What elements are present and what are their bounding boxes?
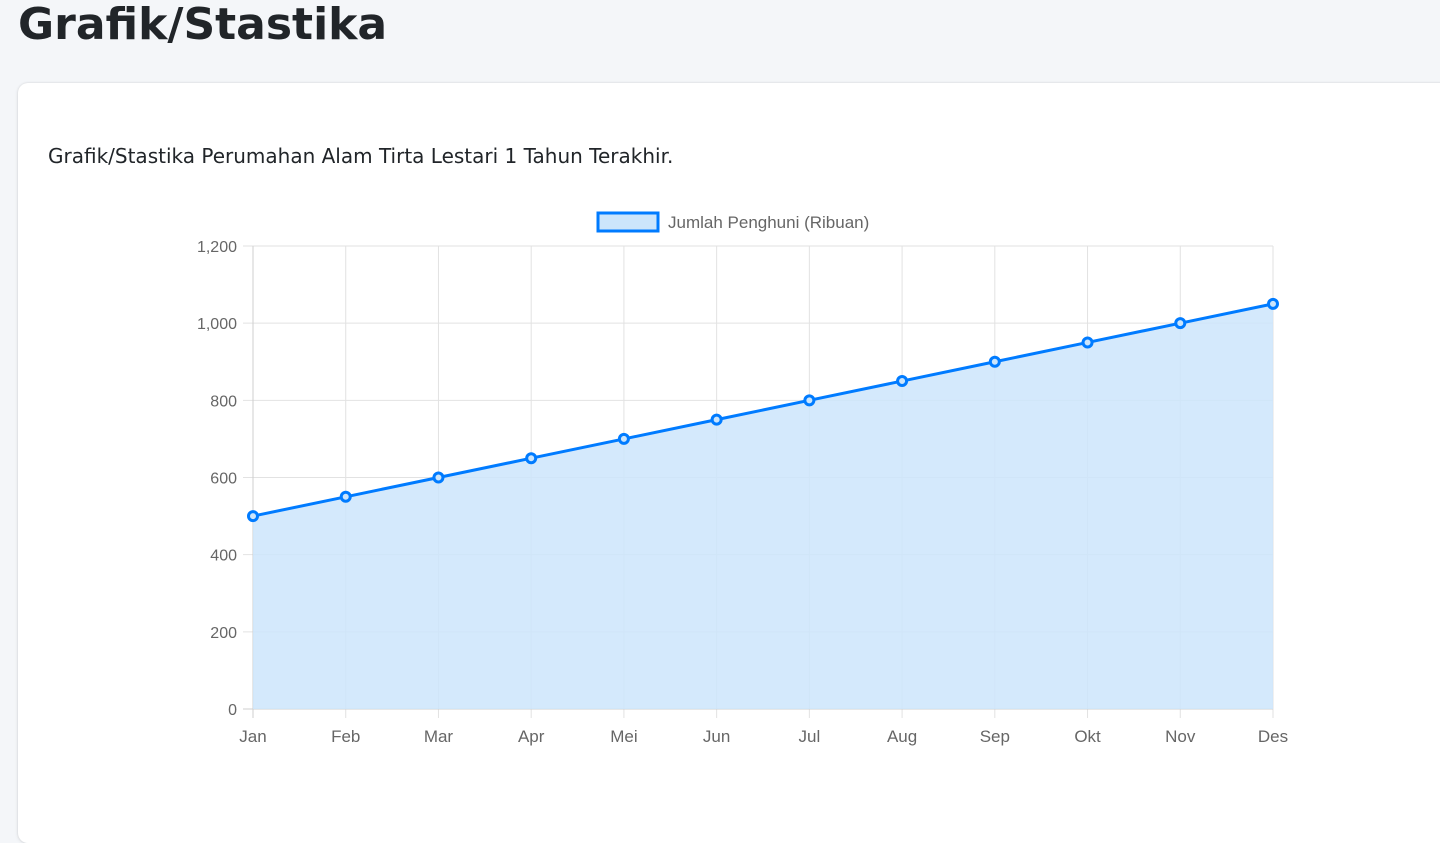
x-tick-label: Jan — [239, 727, 266, 746]
data-point[interactable] — [247, 510, 259, 523]
x-tick-label: Feb — [331, 727, 360, 746]
y-tick-label: 600 — [210, 471, 237, 488]
x-tick-label: Jun — [703, 727, 730, 746]
y-tick-label: 1,200 — [197, 239, 237, 256]
x-tick-label: Sep — [980, 727, 1010, 746]
chart-legend[interactable]: Jumlah Penghuni (Ribuan) — [596, 211, 869, 233]
data-point[interactable] — [617, 432, 630, 445]
legend-label: Jumlah Penghuni (Ribuan) — [668, 213, 869, 232]
data-point[interactable] — [432, 471, 445, 484]
x-axis: Jan Feb Mar Apr Mei Jun Jul Aug Sep Okt Nov Des — [239, 727, 1288, 746]
y-tick-label: 800 — [210, 393, 237, 410]
data-point[interactable] — [1174, 317, 1187, 330]
data-point[interactable] — [1267, 297, 1279, 310]
y-tick-label: 400 — [210, 548, 237, 565]
x-tick-label: Des — [1258, 727, 1288, 746]
y-axis: 0 200 400 600 800 1,000 1,200 — [197, 239, 237, 719]
legend-swatch — [596, 211, 660, 233]
data-point[interactable] — [339, 490, 352, 503]
x-tick-label: Aug — [887, 727, 917, 746]
line-chart: 02004006008001,0001,200 Jan Feb Mar Apr Mei J… — [197, 211, 1288, 746]
y-tick-label: 1,000 — [197, 316, 237, 333]
x-tick-label: Jul — [798, 727, 820, 746]
x-tick-label: Nov — [1165, 727, 1196, 746]
series-area-fill — [253, 303, 1273, 709]
x-tick-label: Okt — [1074, 727, 1101, 746]
data-point[interactable] — [525, 452, 538, 465]
x-tick-label: Mei — [610, 727, 637, 746]
data-point[interactable] — [988, 355, 1001, 368]
y-tick-label: 0 — [228, 702, 237, 719]
data-point[interactable] — [710, 413, 723, 426]
data-point[interactable] — [896, 375, 909, 388]
data-point[interactable] — [1081, 336, 1094, 349]
x-tick-label: Apr — [518, 727, 545, 746]
chart-area-layer — [253, 303, 1273, 709]
data-point[interactable] — [803, 394, 816, 407]
y-tick-label: 200 — [210, 625, 237, 642]
x-tick-label: Mar — [424, 727, 454, 746]
